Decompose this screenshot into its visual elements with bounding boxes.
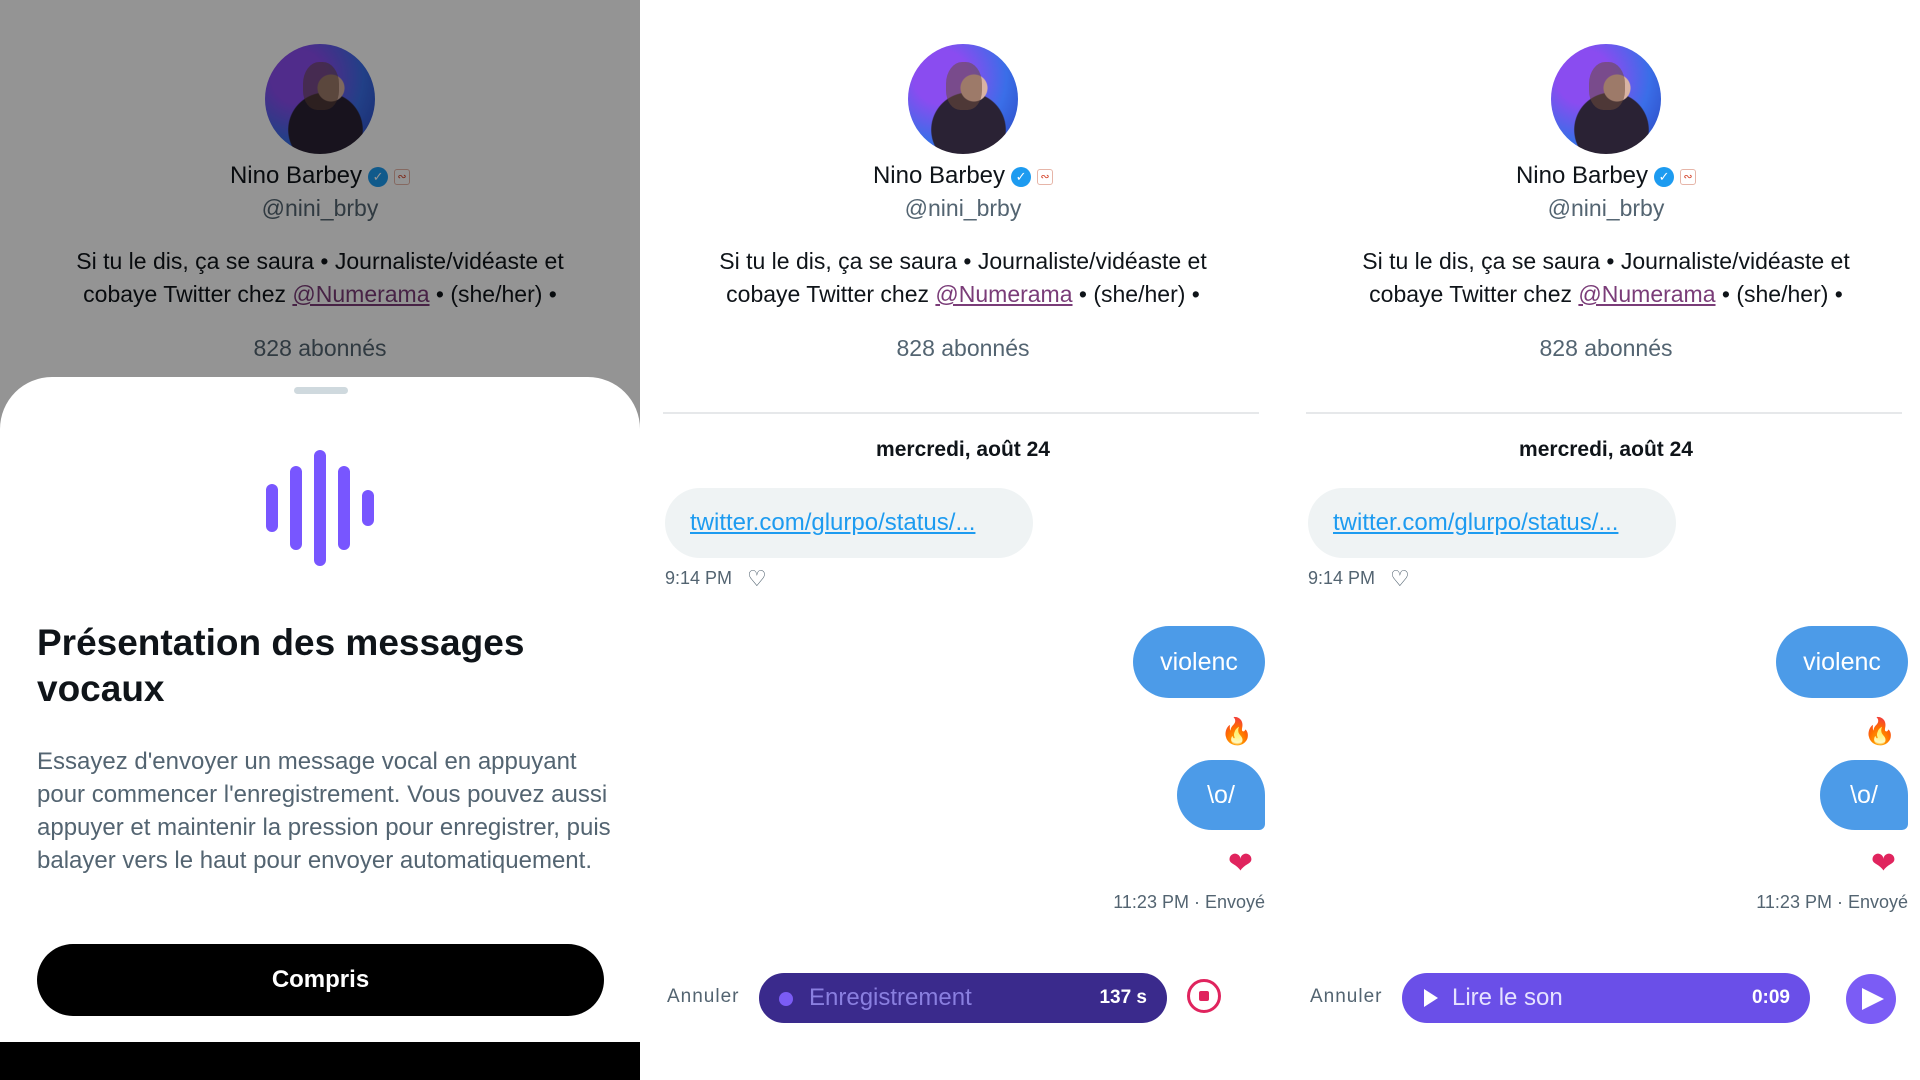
- verified-badge-icon: ✓: [1654, 167, 1675, 187]
- divider: [663, 412, 1259, 414]
- fire-reaction-icon: 🔥: [1863, 716, 1896, 746]
- recording-label: Enregistrement: [809, 984, 972, 1011]
- profile-bio: Si tu le dis, ça se saura • Journaliste/…: [1326, 245, 1886, 311]
- profile-name: Nino Barbey: [1515, 162, 1649, 189]
- bio-text-end: • (she/her) •: [1072, 281, 1200, 307]
- sheet-title: Présentation des messages vocaux: [37, 622, 525, 709]
- sheet-grabber[interactable]: [294, 387, 348, 394]
- fire-reaction-icon: 🔥: [1220, 716, 1253, 746]
- incoming-link-message[interactable]: twitter.com/glurpo/status/...: [665, 488, 1033, 558]
- panel-voice-intro: Nino Barbey ✓ ∾ @nini_brby Si tu le dis, ç…: [0, 0, 640, 1080]
- profile-bio: Si tu le dis, ça se saura • Journaliste/…: [683, 245, 1243, 311]
- outgoing-message[interactable]: \o/: [1177, 760, 1265, 830]
- conversation-date: mercredi, août 24: [1519, 438, 1693, 461]
- play-icon[interactable]: [1424, 989, 1438, 1007]
- voice-composer: Annuler Lire le son 0:09: [1286, 970, 1920, 1026]
- heart-plus-icon[interactable]: ♡: [747, 566, 767, 592]
- voice-wave-icon: [266, 450, 376, 566]
- profile-handle: @nini_brby: [1547, 195, 1665, 221]
- sheet-body: Essayez d'envoyer un message vocal en ap…: [37, 748, 611, 874]
- voice-intro-sheet: Présentation des messages vocaux Essayez…: [0, 377, 640, 1042]
- playback-pill[interactable]: Lire le son 0:09: [1402, 973, 1810, 1023]
- avatar[interactable]: [1551, 44, 1661, 154]
- playback-label: Lire le son: [1452, 984, 1563, 1011]
- panel-playback: Nino Barbey ✓ ∾ @nini_brby Si tu le dis, ç…: [1286, 0, 1920, 1080]
- profile-name-row: Nino Barbey ✓ ∾: [643, 162, 1283, 190]
- incoming-link-message[interactable]: twitter.com/glurpo/status/...: [1308, 488, 1676, 558]
- conversation-date: mercredi, août 24: [876, 438, 1050, 461]
- outgoing-message[interactable]: violenc: [1776, 626, 1908, 698]
- avatar[interactable]: [908, 44, 1018, 154]
- playback-duration: 0:09: [1751, 987, 1790, 1008]
- outgoing-message[interactable]: violenc: [1133, 626, 1265, 698]
- heart-plus-icon[interactable]: ♡: [1390, 566, 1410, 592]
- heart-reaction-icon: ❤: [1870, 847, 1896, 880]
- voice-composer: Annuler Enregistrement 137 s: [643, 970, 1283, 1026]
- bio-text-end: • (she/her) •: [1715, 281, 1843, 307]
- bio-mention-link[interactable]: @Numerama: [1578, 281, 1715, 307]
- bottom-bar: [0, 1042, 640, 1080]
- recording-pill: Enregistrement 137 s: [759, 973, 1167, 1023]
- send-icon[interactable]: [1846, 974, 1896, 1024]
- profile-name-row: Nino Barbey ✓ ∾: [1286, 162, 1920, 190]
- panel-recording: Nino Barbey ✓ ∾ @nini_brby Si tu le dis, ç…: [643, 0, 1283, 1080]
- incoming-timestamp: 9:14 PM: [665, 568, 733, 588]
- profile-name: Nino Barbey: [872, 162, 1006, 189]
- affiliation-icon: ∾: [1037, 169, 1054, 185]
- cancel-button[interactable]: Annuler: [1310, 986, 1383, 1008]
- got-it-button[interactable]: Compris: [37, 944, 604, 1016]
- affiliation-icon: ∾: [1680, 169, 1697, 185]
- stop-icon[interactable]: [1187, 979, 1221, 1013]
- outgoing-message[interactable]: \o/: [1820, 760, 1908, 830]
- record-dot-icon: [779, 992, 793, 1006]
- sent-status: 11:23 PM · Envoyé: [1113, 892, 1265, 912]
- sent-status: 11:23 PM · Envoyé: [1756, 892, 1908, 912]
- heart-reaction-icon: ❤: [1227, 847, 1253, 880]
- verified-badge-icon: ✓: [1011, 167, 1032, 187]
- profile-handle: @nini_brby: [904, 195, 1022, 221]
- followers-count[interactable]: 828 abonnés: [1286, 335, 1920, 362]
- cancel-button[interactable]: Annuler: [667, 986, 740, 1008]
- divider: [1306, 412, 1902, 414]
- followers-count[interactable]: 828 abonnés: [643, 335, 1283, 362]
- recording-counter: 137 s: [1099, 987, 1147, 1008]
- incoming-timestamp: 9:14 PM: [1308, 568, 1376, 588]
- bio-mention-link[interactable]: @Numerama: [935, 281, 1072, 307]
